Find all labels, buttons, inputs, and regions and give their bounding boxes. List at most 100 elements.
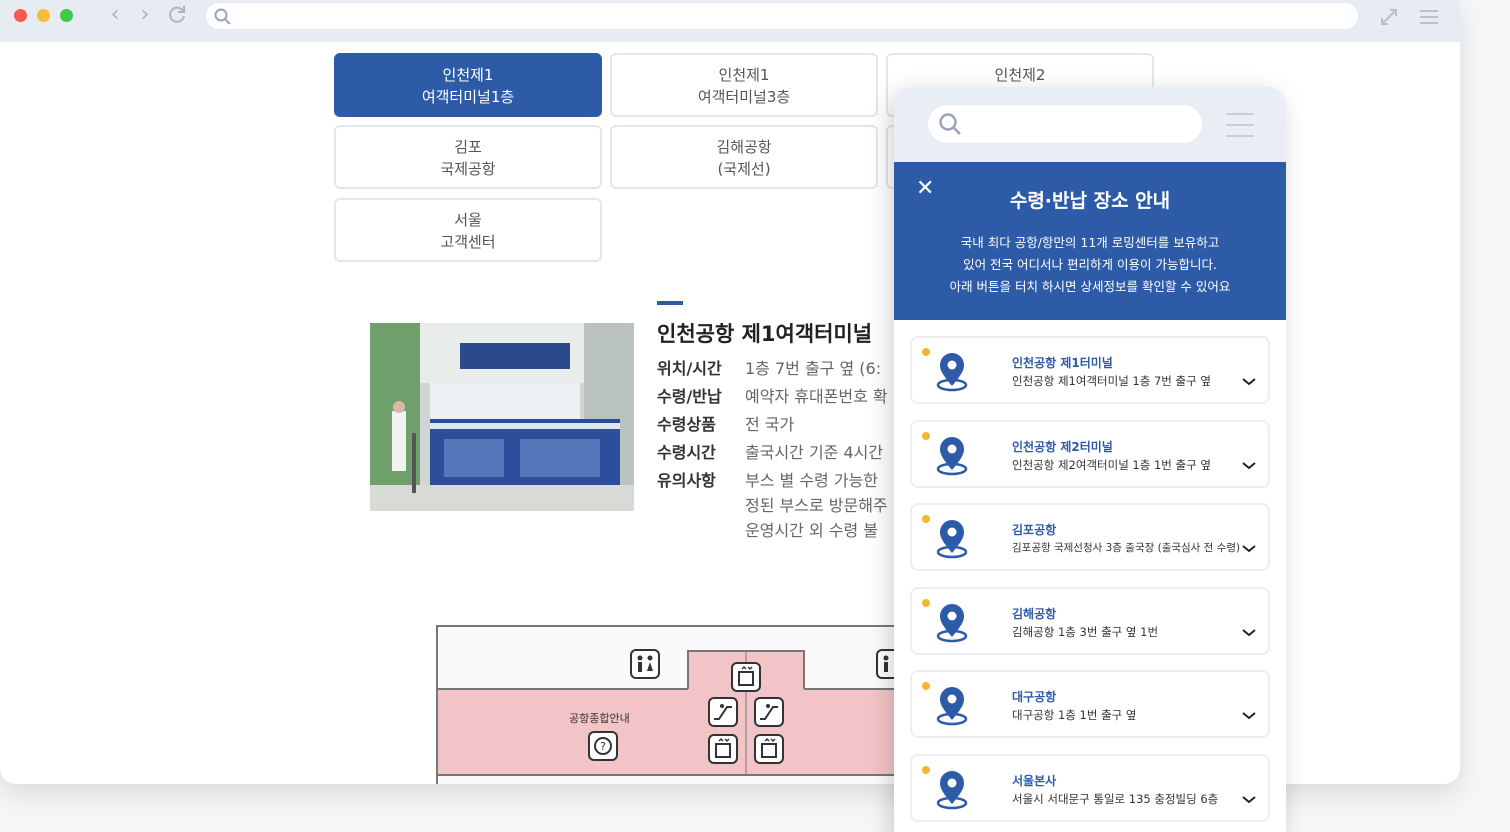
map-pin-icon [936,437,968,476]
panel-description: 국내 최다 공항/항만의 11개 로밍센터를 보유하고 있어 전국 어디서나 편… [894,232,1286,298]
minimize-window-button[interactable] [37,9,50,22]
search-icon [214,8,231,25]
map-pin-icon [936,353,968,392]
tab-incheon-t1-1f[interactable]: 인천제1 여객터미널1층 [334,53,602,117]
back-icon[interactable]: ‹ [104,4,126,26]
panel-description-line: 아래 버튼을 터치 하시면 상세정보를 확인할 수 있어요 [949,279,1231,294]
tab-incheon-t1-3f[interactable]: 인천제1 여객터미널3층 [610,53,878,117]
location-card[interactable]: 인천공항 제1터미널 인천공항 제1여객터미널 1층 7번 출구 옆 [910,336,1270,404]
tab-gimpo[interactable]: 김포 국제공항 [334,125,602,189]
info-key: 수령/반납 [657,387,722,406]
svg-text:?: ? [600,740,606,753]
info-row: 수령상품 전 국가 [657,411,794,435]
location-card[interactable]: 김포공항 김포공항 국제선청사 3층 출국장 (출국심사 전 수령) [910,503,1270,571]
tab-label: 인천제1 [718,66,770,84]
search-icon [939,113,961,135]
location-name: 김해공항 [1012,607,1057,621]
info-key: 위치/시간 [657,359,722,378]
info-note: 정된 부스로 방문해주 [745,496,888,515]
tab-seoul[interactable]: 서울 고객센터 [334,198,602,262]
help-icon: ? [588,731,618,761]
tab-label: 고객센터 [440,233,496,251]
info-key: 수령시간 [657,443,716,462]
location-address: 서울시 서대문구 통일로 135 충정빌딩 6층 [1012,792,1219,806]
mobile-location-panel: ✕ 수령·반납 장소 안내 국내 최다 공항/항만의 11개 로밍센터를 보유하… [894,87,1286,832]
location-name: 서울본사 [1012,774,1057,788]
status-dot [922,348,930,356]
map-pin-icon [936,687,968,726]
maximize-window-button[interactable] [60,9,73,22]
floor-map: 공항종합안내 ? [436,625,936,784]
close-window-button[interactable] [14,9,27,22]
status-dot [922,432,930,440]
elevator-icon [754,734,784,764]
booth-photo [370,323,634,511]
address-bar[interactable] [206,3,1358,29]
location-card[interactable]: 인천공항 제2터미널 인천공항 제2여객터미널 1층 1번 출구 옆 [910,420,1270,488]
panel-description-line: 국내 최다 공항/항만의 11개 로밍센터를 보유하고 [960,235,1220,250]
chevron-down-icon[interactable] [1242,378,1256,386]
expand-icon[interactable] [1378,6,1400,28]
info-value: 출국시간 기준 4시간 [745,443,884,462]
info-key: 수령상품 [657,415,716,434]
chevron-down-icon[interactable] [1242,796,1256,804]
location-name: 인천공항 제1터미널 [1012,356,1113,370]
info-value: 1층 7번 출구 옆 (6: [745,359,882,378]
info-value: 전 국가 [745,415,795,434]
tab-label: 서울 [454,211,482,229]
location-card[interactable]: 서울본사 서울시 서대문구 통일로 135 충정빌딩 6층 [910,754,1270,822]
map-info-desk-label: 공항종합안내 [569,712,630,725]
panel-description-line: 있어 전국 어디서나 편리하게 이용이 가능합니다. [963,257,1217,272]
location-address: 대구공항 1층 1번 출구 옆 [1012,708,1137,722]
restroom-icon [630,649,660,679]
info-key: 유의사항 [657,471,716,490]
location-address: 인천공항 제2여객터미널 1층 1번 출구 옆 [1012,458,1211,472]
info-value: 예약자 휴대폰번호 확 [745,387,888,406]
status-dot [922,682,930,690]
location-title: 인천공항 제1여객터미널 [657,322,873,346]
location-address: 인천공항 제1여객터미널 1층 7번 출구 옆 [1012,374,1211,388]
info-row: 수령/반납 예약자 휴대폰번호 확 [657,383,888,407]
escalator-icon [754,697,784,727]
panel-header: ✕ 수령·반납 장소 안내 국내 최다 공항/항만의 11개 로밍센터를 보유하… [894,162,1286,320]
location-card[interactable]: 김해공항 김해공항 1층 3번 출구 옆 1번 [910,587,1270,655]
map-pin-icon [936,771,968,810]
forward-icon[interactable]: › [134,4,156,26]
location-name: 대구공항 [1012,690,1057,704]
browser-toolbar: ‹ › [0,0,1460,42]
reload-icon[interactable] [166,3,188,25]
tab-label: (국제선) [717,160,771,178]
menu-icon[interactable] [1418,6,1440,28]
hamburger-menu-icon[interactable] [1226,113,1254,146]
chevron-down-icon[interactable] [1242,629,1256,637]
info-value: 부스 별 수령 가능한 [745,471,879,490]
panel-title: 수령·반납 장소 안내 [1009,190,1171,212]
status-dot [922,515,930,523]
map-pin-icon [936,520,968,559]
tab-label: 인천제2 [994,66,1046,84]
location-name: 인천공항 제2터미널 [1012,440,1113,454]
map-pin-icon [936,604,968,643]
tab-label: 김해공항 [716,138,772,156]
info-row: 유의사항 부스 별 수령 가능한 [657,467,878,491]
location-name: 김포공항 [1012,523,1057,537]
tab-label: 김포 [454,138,482,156]
tab-label: 인천제1 [442,66,494,84]
location-address: 김포공항 국제선청사 3층 출국장 (출국심사 전 수령) [1012,542,1241,554]
page: ‹ › 인천제1 여객터미널1층 인천제1 여객터미널3층 인천제2 김포 국제… [0,0,1510,832]
info-row: 위치/시간 1층 7번 출구 옆 (6: [657,355,881,379]
info-note: 운영시간 외 수령 불 [745,521,879,540]
chevron-down-icon[interactable] [1242,712,1256,720]
location-card[interactable]: 대구공항 대구공항 1층 1번 출구 옆 [910,670,1270,738]
status-dot [922,599,930,607]
chevron-down-icon[interactable] [1242,462,1256,470]
chevron-down-icon[interactable] [1242,545,1256,553]
elevator-icon [731,662,761,692]
title-accent-bar [657,301,683,305]
location-address: 김해공항 1층 3번 출구 옆 1번 [1012,625,1159,639]
mobile-search-input[interactable] [928,105,1202,143]
tab-gimhae[interactable]: 김해공항 (국제선) [610,125,878,189]
mobile-topbar [894,87,1286,162]
tab-label: 여객터미널1층 [421,88,515,106]
escalator-icon [708,697,738,727]
